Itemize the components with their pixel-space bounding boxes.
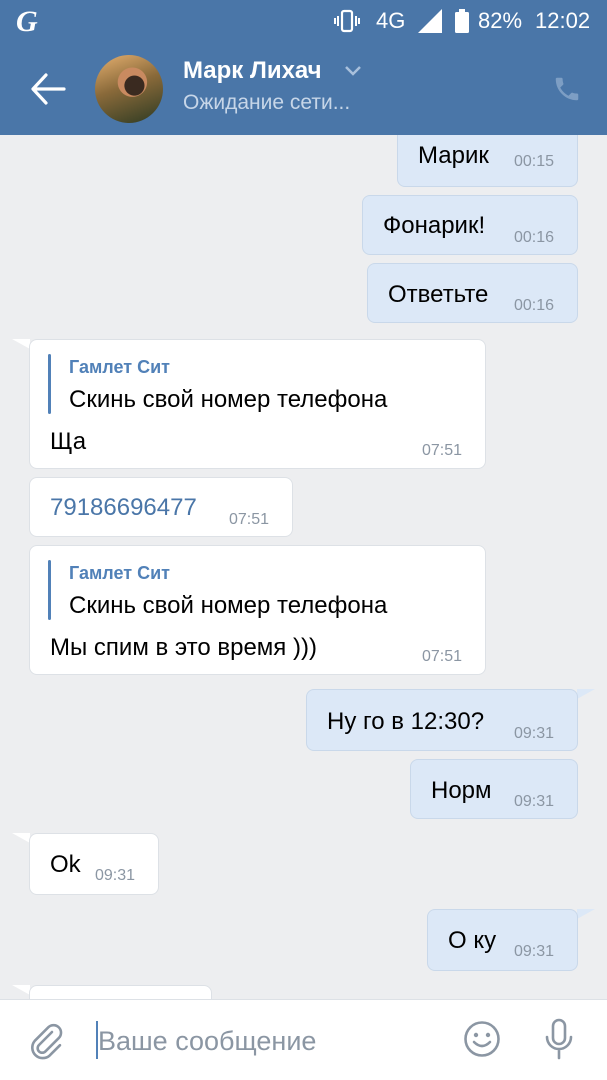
incoming-message[interactable]: Гамлет Сит Скинь свой номер телефона Ща … bbox=[29, 339, 486, 469]
status-bar: G 4G 82% 12:02 bbox=[0, 0, 607, 44]
outgoing-message[interactable]: Марик 00:15 bbox=[397, 135, 578, 187]
quote-text: Скинь свой номер телефона bbox=[69, 592, 388, 619]
message-time: 00:16 bbox=[514, 229, 555, 246]
chat-header: Марк Лихач Ожидание сети... bbox=[0, 44, 607, 135]
signal-icon bbox=[418, 9, 442, 33]
quote-author: Гамлет Сит bbox=[69, 357, 170, 377]
message-text: Мы спим в это время ))) bbox=[50, 634, 317, 661]
back-arrow-icon[interactable] bbox=[30, 72, 66, 106]
message-text: О ку bbox=[448, 927, 497, 954]
message-text: Норм bbox=[431, 777, 492, 804]
paperclip-icon[interactable] bbox=[30, 1022, 64, 1060]
incoming-message[interactable]: Гамлет Сит Скинь свой номер телефона Мы … bbox=[29, 545, 486, 675]
bubble-tail bbox=[577, 909, 595, 919]
clock: 12:02 bbox=[535, 8, 591, 33]
chevron-down-icon[interactable] bbox=[344, 64, 362, 78]
battery-icon bbox=[455, 9, 469, 33]
message-time: 09:31 bbox=[514, 793, 555, 810]
incoming-message[interactable] bbox=[29, 985, 212, 999]
message-text: Марик bbox=[418, 142, 489, 169]
message-time: 00:15 bbox=[514, 153, 555, 170]
message-text: Ну го в 12:30? bbox=[327, 708, 485, 735]
incoming-message[interactable]: 79186696477 07:51 bbox=[29, 477, 293, 537]
message-list[interactable]: Марик 00:15 Фонарик! 00:16 Ответьте 00:1… bbox=[0, 135, 607, 999]
message-text: Фонарик! bbox=[383, 212, 486, 239]
message-time: 09:31 bbox=[514, 725, 555, 742]
message-time: 07:51 bbox=[229, 511, 270, 528]
network-type: 4G bbox=[376, 8, 406, 33]
contact-name[interactable]: Марк Лихач bbox=[183, 57, 322, 85]
bubble-tail bbox=[12, 339, 30, 349]
outgoing-message[interactable]: Норм 09:31 bbox=[410, 759, 578, 819]
message-time: 07:51 bbox=[422, 648, 463, 665]
bubble-tail bbox=[12, 985, 30, 995]
phone-link[interactable]: 79186696477 bbox=[50, 494, 197, 522]
microphone-icon[interactable] bbox=[544, 1018, 574, 1060]
phone-icon[interactable] bbox=[552, 74, 582, 104]
message-time: 00:16 bbox=[514, 297, 555, 314]
incoming-message[interactable]: Ok 09:31 bbox=[29, 833, 159, 895]
outgoing-message[interactable]: Ну го в 12:30? 09:31 bbox=[306, 689, 578, 751]
outgoing-message[interactable]: Ответьте 00:16 bbox=[367, 263, 578, 323]
message-time: 09:31 bbox=[95, 867, 136, 884]
emoji-icon[interactable] bbox=[463, 1020, 501, 1058]
message-text: Ща bbox=[50, 428, 87, 455]
vibrate-icon bbox=[334, 9, 360, 33]
message-input[interactable] bbox=[98, 1020, 438, 1062]
app-logo: G bbox=[16, 5, 38, 38]
message-time: 09:31 bbox=[514, 943, 555, 960]
contact-status: Ожидание сети... bbox=[183, 91, 351, 114]
outgoing-message[interactable]: Фонарик! 00:16 bbox=[362, 195, 578, 255]
avatar[interactable] bbox=[95, 55, 163, 123]
bubble-tail bbox=[12, 833, 30, 843]
message-text: Ответьте bbox=[388, 281, 489, 308]
quote-author: Гамлет Сит bbox=[69, 563, 170, 583]
message-text: Ok bbox=[50, 851, 81, 878]
quote-bar bbox=[48, 560, 51, 620]
message-time: 07:51 bbox=[422, 442, 463, 459]
message-composer bbox=[0, 999, 607, 1080]
bubble-tail bbox=[577, 689, 595, 699]
quote-bar bbox=[48, 354, 51, 414]
outgoing-message[interactable]: О ку 09:31 bbox=[427, 909, 578, 971]
quote-text: Скинь свой номер телефона bbox=[69, 386, 388, 413]
battery-percent: 82% bbox=[478, 8, 523, 33]
